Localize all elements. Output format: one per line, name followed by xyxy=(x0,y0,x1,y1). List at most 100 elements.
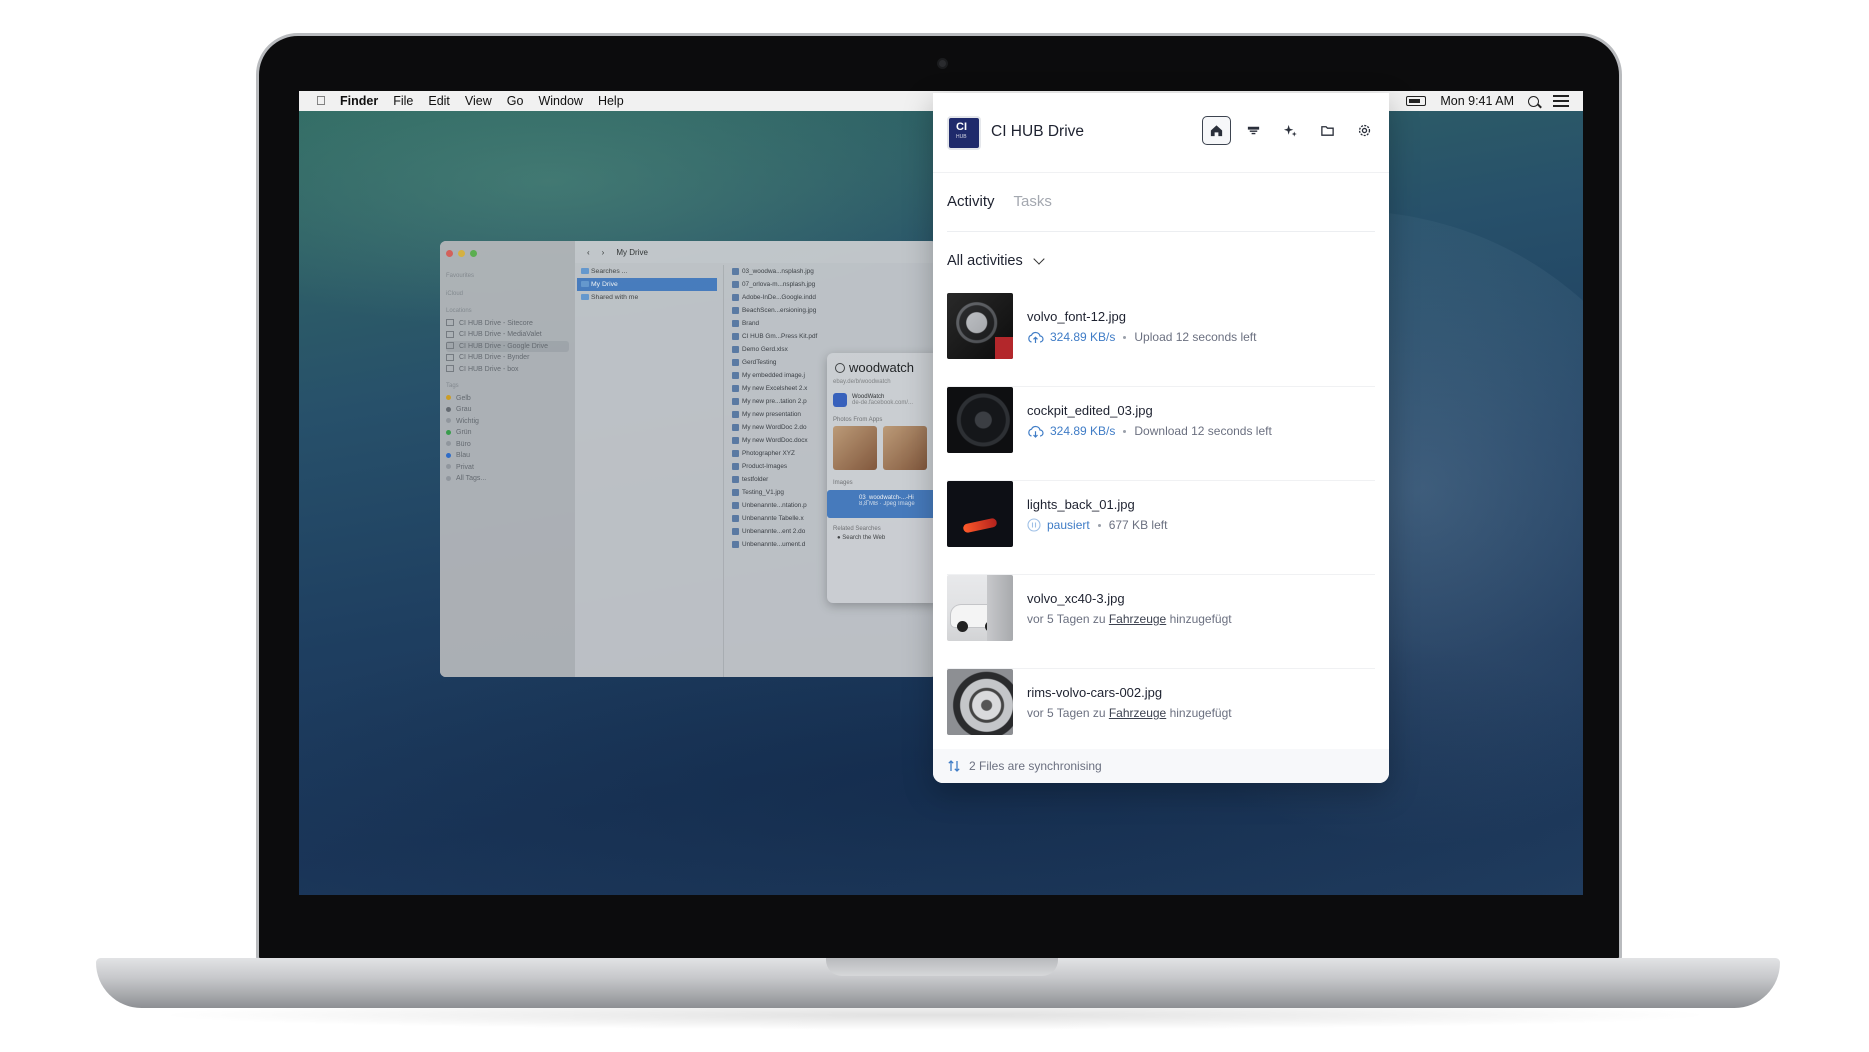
activity-item[interactable]: volvo_font-12.jpg 324.89 KB/s Upload 12 … xyxy=(947,293,1375,387)
laptop-hinge-notch xyxy=(826,958,1058,976)
activity-item[interactable]: lights_back_01.jpg pausiert 677 KB left xyxy=(947,481,1375,575)
transfer-status: Download 12 seconds left xyxy=(1134,424,1272,438)
finder-drive-label: My Drive xyxy=(591,281,618,288)
finder-drive-row[interactable]: My Drive xyxy=(577,278,717,291)
added-suffix: hinzugefügt xyxy=(1169,706,1232,720)
finder-location-title: My Drive xyxy=(616,247,648,257)
forward-arrow-icon[interactable]: › xyxy=(602,248,605,257)
finder-file-row[interactable]: 07_orlova-m...nsplash.jpg xyxy=(730,278,850,291)
file-added-info: vor 5 Tagen zu Fahrzeuge hinzugefügt xyxy=(1027,706,1232,720)
sidebar-location-item[interactable]: CI HUB Drive - MediaValet xyxy=(446,329,569,341)
back-arrow-icon[interactable]: ‹ xyxy=(587,248,590,257)
finder-file-label: 03_woodwa...nsplash.jpg xyxy=(742,268,814,275)
file-icon xyxy=(732,502,739,509)
sidebar-location-label: CI HUB Drive - MediaValet xyxy=(459,331,542,338)
close-window-button[interactable] xyxy=(446,250,453,257)
panel-tabs: Activity Tasks xyxy=(947,193,1052,210)
gear-icon xyxy=(1358,124,1371,137)
menu-view[interactable]: View xyxy=(465,94,492,108)
finder-drive-row[interactable]: Searches ... xyxy=(577,265,717,278)
activity-filter-dropdown[interactable]: All activities xyxy=(947,252,1045,269)
file-icon xyxy=(732,307,739,314)
activity-item[interactable]: cockpit_edited_03.jpg 324.89 KB/s Downlo… xyxy=(947,387,1375,481)
photo-thumbnail[interactable] xyxy=(833,426,877,470)
menu-finder[interactable]: Finder xyxy=(340,94,378,108)
sidebar-location-label: CI HUB Drive - Bynder xyxy=(459,354,530,361)
battery-icon[interactable] xyxy=(1406,96,1427,106)
activity-filter-label: All activities xyxy=(947,253,1023,269)
sidebar-location-label: CI HUB Drive - box xyxy=(459,365,519,373)
finder-file-row[interactable]: CI HUB Gm...Press Kit.pdf xyxy=(730,330,850,343)
tag-color-dot-icon xyxy=(446,429,451,435)
sidebar-location-item[interactable]: CI HUB Drive - Bynder xyxy=(446,352,569,364)
finder-file-row[interactable]: Adobe-InDe...Google.indd xyxy=(730,291,850,304)
transfer-speed-value: 324.89 KB/s xyxy=(1050,330,1116,344)
sidebar-location-item-selected[interactable]: CI HUB Drive - Google Drive xyxy=(446,340,569,352)
added-prefix: vor 5 Tagen zu xyxy=(1027,612,1106,626)
logo-subtext: HUB xyxy=(956,134,967,140)
spotlight-web-url[interactable]: ebay.de/b/woodwatch xyxy=(833,379,931,385)
sparkle-icon xyxy=(1283,124,1297,137)
sidebar-tag-item[interactable]: All Tags... xyxy=(446,473,569,485)
sidebar-tag-item[interactable]: Grün xyxy=(446,427,569,439)
spotlight-image-result-selected[interactable]: 03_woodwatch-...-Hi 8,8 MB · Jpeg Image xyxy=(827,490,937,518)
file-name: lights_back_01.jpg xyxy=(1027,497,1135,512)
menu-go[interactable]: Go xyxy=(507,94,524,108)
spotlight-section-photos: Photos From Apps xyxy=(833,417,883,423)
menu-help[interactable]: Help xyxy=(598,94,624,108)
file-thumbnail-taillight xyxy=(947,481,1013,547)
sidebar-location-item[interactable]: CI HUB Drive - Sitecore xyxy=(446,318,569,330)
folder-button[interactable] xyxy=(1313,116,1342,145)
drive-icon xyxy=(446,353,454,361)
sidebar-tag-item[interactable]: Gelb xyxy=(446,393,569,405)
sidebar-tag-item[interactable]: Privat xyxy=(446,462,569,474)
spotlight-search-icon[interactable] xyxy=(1528,95,1539,107)
tag-color-dot-icon xyxy=(446,395,451,401)
finder-drive-row[interactable]: Shared with me xyxy=(577,291,717,304)
finder-file-row[interactable]: 03_woodwa...nsplash.jpg xyxy=(730,265,850,278)
sidebar-tag-item[interactable]: Büro xyxy=(446,439,569,451)
spotlight-search-field[interactable]: woodwatch xyxy=(833,359,931,377)
settings-button[interactable] xyxy=(1350,116,1379,145)
activity-item[interactable]: volvo_xc40-3.jpg vor 5 Tagen zu Fahrzeug… xyxy=(947,575,1375,669)
tag-color-dot-icon xyxy=(446,452,451,458)
minimize-window-button[interactable] xyxy=(458,250,465,257)
tag-color-dot-icon xyxy=(446,406,451,412)
tab-activity[interactable]: Activity xyxy=(947,193,995,210)
finder-drive-label: Searches ... xyxy=(591,268,628,275)
menubar-clock[interactable]: Mon 9:41 AM xyxy=(1440,94,1514,108)
spotlight-photo-thumbs xyxy=(833,426,931,470)
finder-file-row[interactable]: Brand xyxy=(730,317,850,330)
sidebar-section-favourites: Favourites xyxy=(446,273,475,279)
apple-menu-icon[interactable]:  xyxy=(316,94,330,108)
spotlight-search-web[interactable]: ● Search the Web xyxy=(833,535,931,541)
notification-center-icon[interactable] xyxy=(1553,95,1569,107)
spotlight-panel: woodwatch ebay.de/b/woodwatch WoodWatch … xyxy=(827,353,937,603)
inbox-button[interactable] xyxy=(1239,116,1268,145)
file-added-info: vor 5 Tagen zu Fahrzeuge hinzugefügt xyxy=(1027,612,1232,626)
sidebar-tag-item[interactable]: Grau xyxy=(446,404,569,416)
file-name: volvo_font-12.jpg xyxy=(1027,309,1127,324)
menu-window[interactable]: Window xyxy=(538,94,582,108)
home-button[interactable] xyxy=(1202,116,1231,145)
zoom-window-button[interactable] xyxy=(470,250,477,257)
file-icon xyxy=(732,385,739,392)
menu-file[interactable]: File xyxy=(393,94,413,108)
tag-color-dot-icon xyxy=(446,418,451,424)
finder-file-row[interactable]: BeachScen...ersioning.jpg xyxy=(730,304,850,317)
sync-status-text: 2 Files are synchronising xyxy=(969,759,1102,773)
photo-thumbnail[interactable] xyxy=(883,426,927,470)
spotlight-web-result[interactable]: WoodWatch de-de.facebook.com/... xyxy=(833,393,931,407)
sidebar-location-item[interactable]: CI HUB Drive - box xyxy=(446,364,569,376)
tab-tasks[interactable]: Tasks xyxy=(1014,193,1052,210)
sidebar-tag-item[interactable]: Wichtig xyxy=(446,416,569,428)
folder-link-fahrzeuge[interactable]: Fahrzeuge xyxy=(1109,706,1166,720)
sync-status-footer[interactable]: 2 Files are synchronising xyxy=(933,749,1389,783)
finder-file-label: Demo Gerd.xlsx xyxy=(742,346,788,353)
sidebar-tag-item[interactable]: Blau xyxy=(446,450,569,462)
folder-link-fahrzeuge[interactable]: Fahrzeuge xyxy=(1109,612,1166,626)
separator-dot xyxy=(1123,429,1127,433)
sidebar-section-tags: Tags xyxy=(446,383,459,389)
sparkle-ai-button[interactable] xyxy=(1276,116,1305,145)
menu-edit[interactable]: Edit xyxy=(428,94,450,108)
